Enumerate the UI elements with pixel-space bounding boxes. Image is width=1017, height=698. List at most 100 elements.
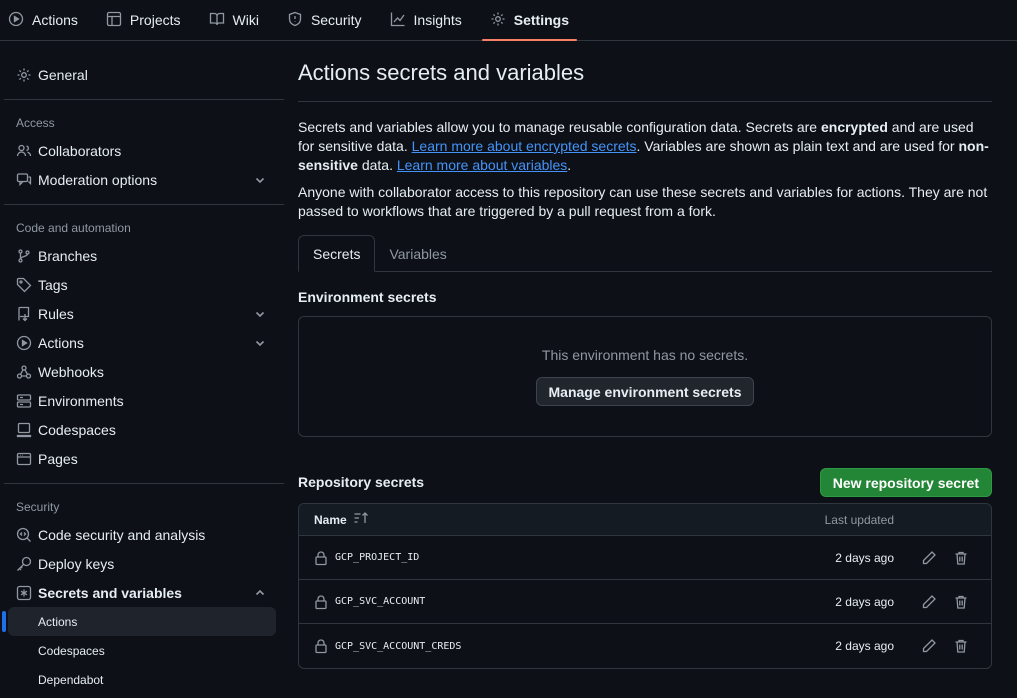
pencil-icon[interactable]: [921, 550, 937, 566]
sidebar-subitem-codespaces[interactable]: Codespaces: [8, 636, 276, 665]
intro-paragraph-1: Secrets and variables allow you to manag…: [298, 119, 989, 173]
sidebar-item-branches[interactable]: Branches: [0, 241, 284, 270]
tab-actions[interactable]: Actions: [0, 0, 86, 40]
secret-last-updated: 2 days ago: [835, 594, 894, 609]
sidebar-item-collaborators[interactable]: Collaborators: [0, 136, 284, 165]
sidebar-subitem-actions[interactable]: Actions: [2, 607, 276, 636]
tab-insights[interactable]: Insights: [382, 0, 470, 40]
sidebar-item-secrets-variables[interactable]: Secrets and variables: [0, 578, 284, 607]
comment-discussion-icon: [16, 172, 32, 188]
sidebar-item-codespaces[interactable]: Codespaces: [0, 415, 284, 444]
secret-last-updated: 2 days ago: [835, 639, 894, 653]
tab-label: Insights: [413, 12, 462, 28]
table-row: GCP_SVC_ACCOUNT 2 days ago: [299, 580, 991, 624]
play-circle-icon: [8, 11, 24, 30]
key-icon: [16, 556, 32, 572]
sidebar-item-actions[interactable]: Actions: [0, 328, 284, 357]
empty-state-message: This environment has no secrets.: [541, 347, 749, 363]
pencil-icon[interactable]: [921, 638, 937, 654]
sort-by-name[interactable]: Name: [314, 511, 369, 528]
codescan-icon: [16, 527, 32, 543]
sidebar-item-label: Webhooks: [38, 363, 104, 380]
lock-icon: [314, 550, 328, 566]
secrets-table: Name Last updated GCP_PROJECT_ID 2 days …: [298, 503, 992, 669]
sidebar-heading-code: Code and automation: [16, 221, 131, 235]
learn-more-secrets-link[interactable]: Learn more about encrypted secrets: [412, 138, 637, 154]
sidebar-item-label: Actions: [38, 334, 84, 351]
shield-icon: [287, 11, 303, 30]
sidebar-item-label: Deploy keys: [38, 555, 115, 572]
git-branch-icon: [16, 248, 32, 264]
people-icon: [16, 143, 32, 159]
sidebar-subitem-label: Codespaces: [38, 643, 105, 658]
tab-settings[interactable]: Settings: [481, 0, 578, 41]
sidebar-item-webhooks[interactable]: Webhooks: [0, 357, 284, 386]
sidebar-item-label: Moderation options: [38, 171, 158, 188]
page-title: Actions secrets and variables: [298, 60, 992, 102]
chevron-up-icon[interactable]: [254, 586, 266, 598]
sidebar-subitem-label: Dependabot: [38, 672, 104, 687]
sidebar-subitem-label: Actions: [38, 614, 78, 629]
gear-icon: [490, 11, 506, 30]
repo-push-icon: [16, 306, 32, 322]
sidebar-item-label: Environments: [38, 392, 124, 409]
tab-label: Settings: [513, 12, 569, 28]
column-name: Name: [314, 512, 347, 527]
secret-name: GCP_PROJECT_ID: [335, 552, 420, 563]
sidebar-item-label: Tags: [38, 276, 68, 293]
sidebar-item-moderation[interactable]: Moderation options: [0, 165, 284, 194]
sidebar-item-label: Codespaces: [38, 421, 116, 438]
environment-secrets-title: Environment secrets: [298, 289, 437, 305]
webhook-icon: [16, 364, 32, 380]
learn-more-variables-link[interactable]: Learn more about variables: [397, 157, 567, 173]
sort-icon: [353, 511, 369, 528]
sidebar-divider: [4, 99, 284, 100]
trash-icon[interactable]: [953, 550, 969, 566]
sidebar-item-pages[interactable]: Pages: [0, 444, 284, 473]
sidebar-subitem-dependabot[interactable]: Dependabot: [8, 665, 276, 694]
secrets-variables-tabs: Secrets Variables: [298, 235, 992, 272]
pencil-icon[interactable]: [921, 594, 937, 610]
sidebar-divider: [4, 204, 284, 205]
lock-icon: [314, 638, 328, 654]
tab-projects[interactable]: Projects: [98, 0, 189, 40]
sidebar-heading-security: Security: [16, 500, 60, 514]
table-header: Name Last updated: [299, 504, 991, 536]
sidebar-divider: [4, 483, 284, 484]
tab-secrets[interactable]: Secrets: [298, 235, 376, 272]
gear-icon: [16, 67, 32, 83]
tab-variables[interactable]: Variables: [375, 235, 460, 272]
repository-secrets-header: Repository secrets New repository secret: [298, 467, 992, 498]
play-circle-icon: [16, 335, 32, 351]
tab-security[interactable]: Security: [279, 0, 370, 40]
browser-icon: [16, 451, 32, 467]
sidebar-item-deploy-keys[interactable]: Deploy keys: [0, 549, 284, 578]
sidebar-item-label: Rules: [38, 305, 74, 322]
sidebar-item-label: Collaborators: [38, 142, 122, 159]
sidebar-item-general[interactable]: General: [0, 60, 284, 89]
manage-environment-secrets-button[interactable]: Manage environment secrets: [535, 377, 755, 406]
intro-text: Secrets and variables allow you to manag…: [298, 118, 992, 221]
trash-icon[interactable]: [953, 638, 969, 654]
sidebar-item-label: Secrets and variables: [38, 584, 182, 601]
sidebar-item-rules[interactable]: Rules: [0, 299, 284, 328]
server-icon: [16, 393, 32, 409]
chevron-down-icon[interactable]: [254, 307, 266, 319]
sidebar-heading-access: Access: [16, 116, 55, 130]
tab-label: Security: [310, 12, 362, 28]
sidebar-item-tags[interactable]: Tags: [0, 270, 284, 299]
chevron-down-icon[interactable]: [254, 173, 266, 185]
trash-icon[interactable]: [953, 594, 969, 610]
table-row: GCP_SVC_ACCOUNT_CREDS 2 days ago: [299, 624, 991, 668]
key-asterisk-icon: [16, 585, 32, 601]
sidebar-item-code-security[interactable]: Code security and analysis: [0, 520, 284, 549]
tab-wiki[interactable]: Wiki: [201, 0, 267, 40]
sidebar-item-environments[interactable]: Environments: [0, 386, 284, 415]
settings-sidebar: General Access Collaborators Moderation …: [0, 60, 284, 698]
new-repository-secret-button[interactable]: New repository secret: [819, 468, 992, 497]
intro-paragraph-2: Anyone with collaborator access to this …: [298, 184, 988, 219]
column-last-updated: Last updated: [824, 512, 894, 527]
sidebar-item-label: Branches: [38, 247, 98, 264]
chevron-down-icon[interactable]: [254, 336, 266, 348]
lock-icon: [314, 594, 328, 610]
